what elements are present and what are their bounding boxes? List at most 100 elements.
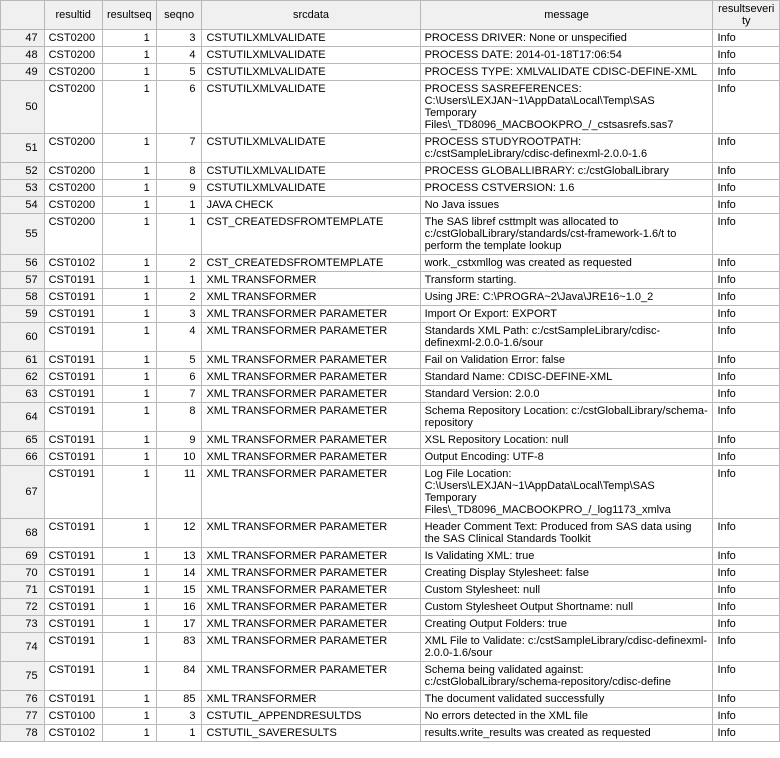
row-number[interactable]: 73 [1,616,45,633]
cell-srcdata[interactable]: XML TRANSFORMER PARAMETER [202,466,420,519]
cell-srcdata[interactable]: CSTUTIL_SAVERESULTS [202,725,420,742]
cell-srcdata[interactable]: CSTUTILXMLVALIDATE [202,64,420,81]
cell-resultid[interactable]: CST0191 [44,289,102,306]
cell-seqno[interactable]: 5 [156,352,202,369]
cell-srcdata[interactable]: JAVA CHECK [202,197,420,214]
cell-resultseverity[interactable]: Info [713,30,780,47]
cell-resultid[interactable]: CST0200 [44,30,102,47]
cell-resultid[interactable]: CST0191 [44,432,102,449]
cell-message[interactable]: Creating Output Folders: true [420,616,713,633]
cell-resultseq[interactable]: 1 [102,30,156,47]
cell-seqno[interactable]: 4 [156,47,202,64]
cell-srcdata[interactable]: XML TRANSFORMER PARAMETER [202,449,420,466]
cell-srcdata[interactable]: CSTUTILXMLVALIDATE [202,81,420,134]
cell-resultseverity[interactable]: Info [713,369,780,386]
col-resultseverity[interactable]: resultseverity [713,1,780,30]
cell-resultseverity[interactable]: Info [713,582,780,599]
cell-resultseq[interactable]: 1 [102,725,156,742]
cell-resultseverity[interactable]: Info [713,449,780,466]
row-number[interactable]: 48 [1,47,45,64]
cell-srcdata[interactable]: CSTUTILXMLVALIDATE [202,134,420,163]
cell-resultseq[interactable]: 1 [102,272,156,289]
table-row[interactable]: 70CST0191114XML TRANSFORMER PARAMETERCre… [1,565,780,582]
cell-resultid[interactable]: CST0191 [44,352,102,369]
cell-srcdata[interactable]: XML TRANSFORMER PARAMETER [202,306,420,323]
cell-resultseverity[interactable]: Info [713,306,780,323]
results-table[interactable]: resultid resultseq seqno srcdata message… [0,0,780,742]
row-number[interactable]: 71 [1,582,45,599]
cell-message[interactable]: PROCESS DRIVER: None or unspecified [420,30,713,47]
cell-seqno[interactable]: 6 [156,81,202,134]
cell-resultseq[interactable]: 1 [102,306,156,323]
cell-seqno[interactable]: 1 [156,197,202,214]
cell-message[interactable]: PROCESS DATE: 2014-01-18T17:06:54 [420,47,713,64]
cell-resultseverity[interactable]: Info [713,352,780,369]
cell-resultseverity[interactable]: Info [713,163,780,180]
cell-resultid[interactable]: CST0200 [44,81,102,134]
cell-srcdata[interactable]: XML TRANSFORMER PARAMETER [202,403,420,432]
cell-resultseq[interactable]: 1 [102,616,156,633]
table-row[interactable]: 75CST0191184XML TRANSFORMER PARAMETERSch… [1,662,780,691]
table-row[interactable]: 52CST020018CSTUTILXMLVALIDATEPROCESS GLO… [1,163,780,180]
cell-srcdata[interactable]: XML TRANSFORMER PARAMETER [202,662,420,691]
cell-srcdata[interactable]: XML TRANSFORMER PARAMETER [202,633,420,662]
cell-resultseverity[interactable]: Info [713,134,780,163]
cell-resultseverity[interactable]: Info [713,662,780,691]
table-row[interactable]: 59CST019113XML TRANSFORMER PARAMETERImpo… [1,306,780,323]
cell-srcdata[interactable]: XML TRANSFORMER PARAMETER [202,599,420,616]
table-row[interactable]: 51CST020017CSTUTILXMLVALIDATEPROCESS STU… [1,134,780,163]
cell-resultid[interactable]: CST0191 [44,272,102,289]
cell-message[interactable]: The document validated successfully [420,691,713,708]
cell-resultseq[interactable]: 1 [102,599,156,616]
row-number[interactable]: 58 [1,289,45,306]
cell-resultseq[interactable]: 1 [102,180,156,197]
table-row[interactable]: 47CST020013CSTUTILXMLVALIDATEPROCESS DRI… [1,30,780,47]
cell-resultid[interactable]: CST0191 [44,565,102,582]
table-row[interactable]: 57CST019111XML TRANSFORMERTransform star… [1,272,780,289]
cell-resultseq[interactable]: 1 [102,134,156,163]
cell-resultid[interactable]: CST0200 [44,47,102,64]
cell-seqno[interactable]: 3 [156,30,202,47]
cell-seqno[interactable]: 2 [156,289,202,306]
cell-resultid[interactable]: CST0191 [44,323,102,352]
cell-srcdata[interactable]: CST_CREATEDSFROMTEMPLATE [202,214,420,255]
col-seqno[interactable]: seqno [156,1,202,30]
cell-resultseq[interactable]: 1 [102,633,156,662]
cell-seqno[interactable]: 7 [156,386,202,403]
cell-message[interactable]: PROCESS STUDYROOTPATH: c:/cstSampleLibra… [420,134,713,163]
cell-resultseq[interactable]: 1 [102,548,156,565]
cell-seqno[interactable]: 8 [156,163,202,180]
cell-resultseq[interactable]: 1 [102,708,156,725]
cell-seqno[interactable]: 2 [156,255,202,272]
cell-message[interactable]: Is Validating XML: true [420,548,713,565]
cell-resultid[interactable]: CST0200 [44,134,102,163]
cell-message[interactable]: No Java issues [420,197,713,214]
row-number[interactable]: 74 [1,633,45,662]
cell-message[interactable]: No errors detected in the XML file [420,708,713,725]
cell-srcdata[interactable]: CSTUTILXMLVALIDATE [202,163,420,180]
row-number[interactable]: 56 [1,255,45,272]
cell-message[interactable]: results.write_results was created as req… [420,725,713,742]
row-number[interactable]: 62 [1,369,45,386]
cell-message[interactable]: PROCESS CSTVERSION: 1.6 [420,180,713,197]
cell-seqno[interactable]: 11 [156,466,202,519]
cell-resultseverity[interactable]: Info [713,47,780,64]
cell-resultid[interactable]: CST0191 [44,403,102,432]
cell-resultseverity[interactable]: Info [713,466,780,519]
cell-message[interactable]: Import Or Export: EXPORT [420,306,713,323]
cell-resultseq[interactable]: 1 [102,255,156,272]
cell-resultid[interactable]: CST0191 [44,691,102,708]
cell-resultid[interactable]: CST0191 [44,633,102,662]
table-row[interactable]: 78CST010211CSTUTIL_SAVERESULTSresults.wr… [1,725,780,742]
table-row[interactable]: 48CST020014CSTUTILXMLVALIDATEPROCESS DAT… [1,47,780,64]
cell-resultid[interactable]: CST0200 [44,197,102,214]
row-number[interactable]: 52 [1,163,45,180]
cell-resultseverity[interactable]: Info [713,214,780,255]
table-row[interactable]: 55CST020011CST_CREATEDSFROMTEMPLATEThe S… [1,214,780,255]
cell-srcdata[interactable]: XML TRANSFORMER PARAMETER [202,352,420,369]
cell-resultseverity[interactable]: Info [713,519,780,548]
cell-message[interactable]: Log File Location: C:\Users\LEXJAN~1\App… [420,466,713,519]
cell-resultseverity[interactable]: Info [713,548,780,565]
col-rowhdr[interactable] [1,1,45,30]
col-message[interactable]: message [420,1,713,30]
